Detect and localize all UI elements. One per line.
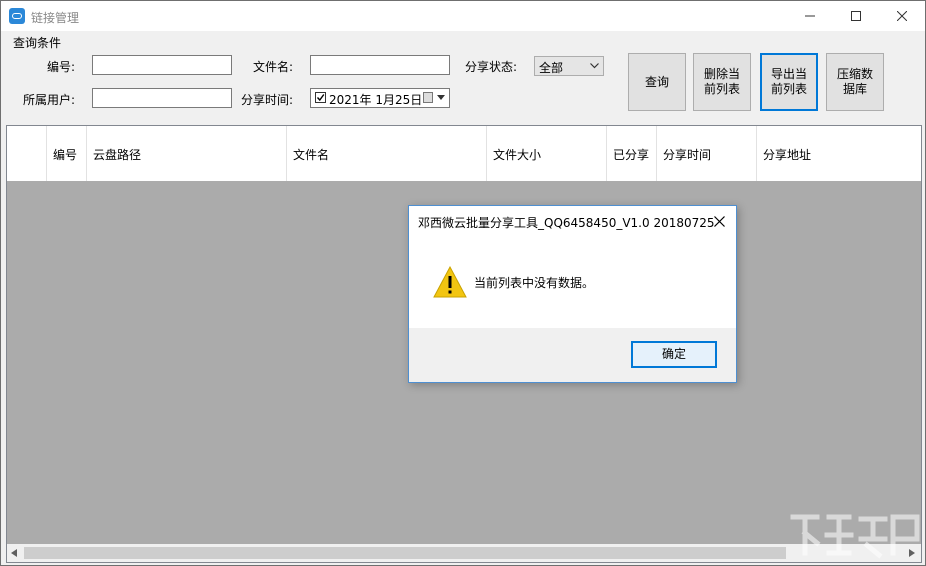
share-time-label: 分享时间: [241,93,294,107]
close-window-button[interactable] [879,1,925,31]
column-header-id[interactable]: 编号 [47,126,87,181]
dialog-message: 当前列表中没有数据。 [474,276,595,290]
delete-list-label-line1: 删除当 [703,67,740,81]
filename-label: 文件名: [253,60,294,74]
close-icon [714,216,725,227]
table-header: 编号 云盘路径 文件名 文件大小 已分享 分享时间 分享地址 [7,126,921,181]
column-header-shared[interactable]: 已分享 [607,126,657,181]
column-header-cloud-path[interactable]: 云盘路径 [87,126,287,181]
window-title: 链接管理 [31,11,80,25]
user-input[interactable] [92,88,232,108]
minimize-icon [805,15,815,17]
id-label: 编号: [47,60,76,74]
share-date-value: 2021年 1月25日 [329,93,423,107]
compress-db-label-line2: 据库 [842,82,867,96]
scroll-left-icon[interactable] [11,549,17,557]
share-date-checkbox[interactable] [315,92,326,103]
column-header-file-size[interactable]: 文件大小 [487,126,607,181]
share-date-picker[interactable]: 2021年 1月25日 [310,88,450,108]
share-status-label: 分享状态: [465,60,518,74]
horizontal-scrollbar[interactable] [7,544,921,562]
dialog-title: 邓西微云批量分享工具_QQ6458450_V1.0 20180725 [418,216,715,230]
export-list-button[interactable]: 导出当 前列表 [760,53,818,111]
row-header-column[interactable] [7,126,47,181]
chevron-down-icon [590,63,599,69]
search-button[interactable]: 查询 [628,53,686,111]
search-button-label: 查询 [644,74,669,89]
column-header-filename[interactable]: 文件名 [287,126,487,181]
compress-db-button[interactable]: 压缩数 据库 [826,53,884,111]
minimize-button[interactable] [787,1,833,31]
delete-list-button[interactable]: 删除当 前列表 [693,53,751,111]
calendar-icon[interactable] [423,92,433,103]
app-cloud-icon [9,8,25,24]
scrollbar-thumb[interactable] [24,547,786,559]
share-status-value: 全部 [539,61,564,75]
link-manager-window: 链接管理 查询条件 编号: 文件名: 分享状态: 全部 所属用户: 分享时间: … [0,0,926,566]
delete-list-label-line2: 前列表 [703,82,740,96]
chevron-down-icon [437,95,445,100]
close-icon [897,11,907,21]
check-icon [316,94,325,102]
maximize-button[interactable] [833,1,879,31]
compress-db-label-line1: 压缩数 [836,67,873,81]
message-dialog: 邓西微云批量分享工具_QQ6458450_V1.0 20180725 当前列表中… [408,205,737,383]
dialog-footer: 确定 [409,328,736,382]
filename-input[interactable] [310,55,450,75]
title-bar[interactable]: 链接管理 [1,1,925,31]
share-status-select[interactable]: 全部 [534,56,604,76]
warning-icon [433,266,467,298]
export-list-label-line1: 导出当 [770,67,807,81]
site-logo-watermark [790,514,920,559]
id-input[interactable] [92,55,232,75]
dialog-close-button[interactable] [709,211,729,231]
maximize-icon [851,11,861,21]
ok-button[interactable]: 确定 [631,341,717,368]
column-header-share-time[interactable]: 分享时间 [657,126,757,181]
user-label: 所属用户: [23,93,76,107]
export-list-label-line2: 前列表 [770,82,807,96]
query-group-label: 查询条件 [13,36,62,50]
column-header-share-url[interactable]: 分享地址 [757,126,921,181]
